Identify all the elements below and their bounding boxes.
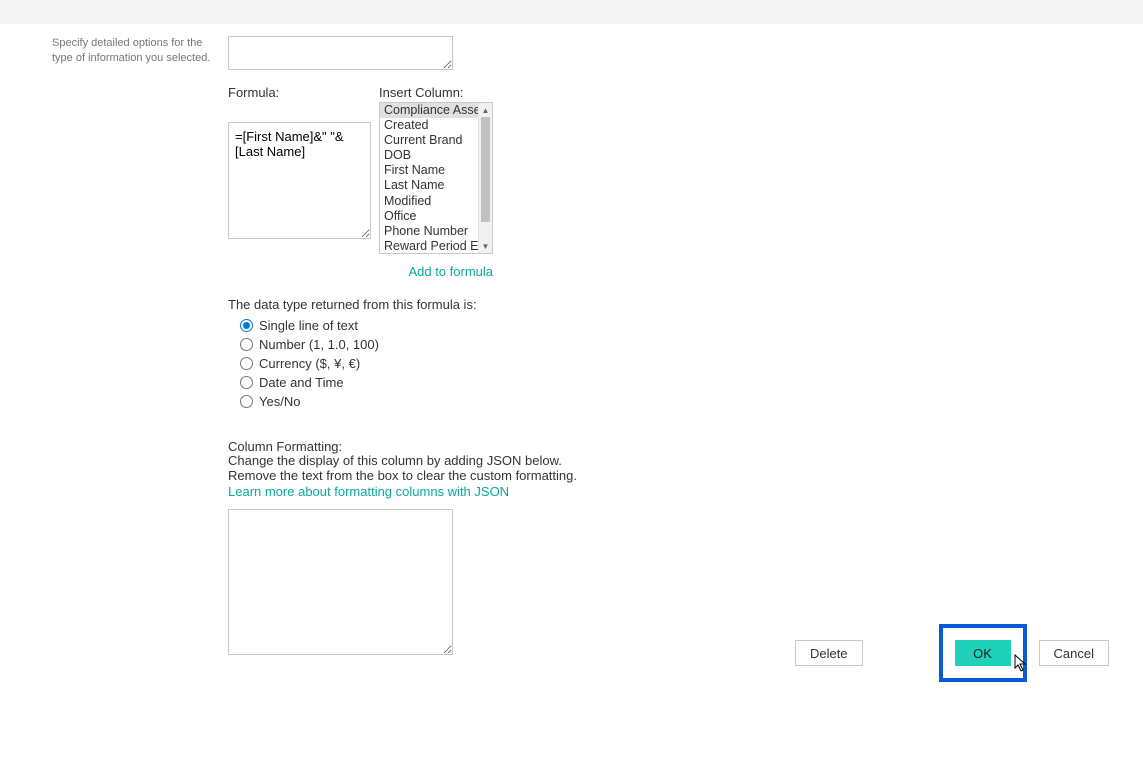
radio-icon (240, 338, 253, 351)
add-to-formula-link[interactable]: Add to formula (228, 264, 493, 279)
scroll-thumb[interactable] (481, 117, 490, 222)
column-formatting-input[interactable] (228, 509, 453, 655)
scroll-up-icon[interactable]: ▲ (479, 103, 492, 117)
insert-column-item[interactable]: Created (380, 118, 492, 133)
formula-input[interactable] (228, 122, 371, 239)
datatype-radio-option[interactable]: Yes/No (228, 392, 748, 411)
ribbon-band (0, 0, 1143, 24)
insert-column-item[interactable]: First Name (380, 163, 492, 178)
description-input[interactable] (228, 36, 453, 70)
column-formatting-label: Column Formatting: (228, 439, 748, 454)
insert-column-item[interactable]: Modified (380, 194, 492, 209)
json-learn-more-link[interactable]: Learn more about formatting columns with… (228, 484, 748, 499)
cancel-button[interactable]: Cancel (1039, 640, 1109, 666)
radio-label: Single line of text (259, 318, 358, 333)
insert-column-label: Insert Column: (379, 85, 493, 100)
datatype-radio-option[interactable]: Currency ($, ¥, €) (228, 354, 748, 373)
radio-label: Number (1, 1.0, 100) (259, 337, 379, 352)
column-formatting-desc2: Remove the text from the box to clear th… (228, 469, 748, 484)
datatype-label: The data type returned from this formula… (228, 297, 748, 312)
scrollbar[interactable]: ▲ ▼ (478, 103, 492, 253)
datatype-radio-option[interactable]: Number (1, 1.0, 100) (228, 335, 748, 354)
datatype-radio-option[interactable]: Single line of text (228, 316, 748, 335)
insert-column-item[interactable]: Compliance Asset Id (380, 103, 492, 118)
ok-button[interactable]: OK (955, 640, 1011, 666)
insert-column-item[interactable]: Current Brand (380, 133, 492, 148)
radio-icon (240, 357, 253, 370)
radio-icon (240, 319, 253, 332)
datatype-radio-group: Single line of text Number (1, 1.0, 100) C… (228, 316, 748, 411)
radio-label: Date and Time (259, 375, 344, 390)
radio-label: Yes/No (259, 394, 300, 409)
scroll-down-icon[interactable]: ▼ (479, 239, 492, 253)
ok-highlight-box: OK (939, 624, 1027, 682)
datatype-radio-option[interactable]: Date and Time (228, 373, 748, 392)
formula-label: Formula: (228, 85, 371, 100)
insert-column-item[interactable]: Office (380, 209, 492, 224)
insert-column-item[interactable]: Last Name (380, 178, 492, 193)
section-help-text: Specify detailed options for the type of… (52, 36, 212, 66)
insert-column-item[interactable]: DOB (380, 148, 492, 163)
radio-icon (240, 376, 253, 389)
insert-column-listbox[interactable]: Compliance Asset IdCreatedCurrent BrandD… (379, 102, 493, 254)
delete-button[interactable]: Delete (795, 640, 863, 666)
column-formatting-desc1: Change the display of this column by add… (228, 454, 748, 469)
insert-column-item[interactable]: Reward Period End (380, 239, 492, 253)
radio-icon (240, 395, 253, 408)
insert-column-item[interactable]: Phone Number (380, 224, 492, 239)
radio-label: Currency ($, ¥, €) (259, 356, 360, 371)
